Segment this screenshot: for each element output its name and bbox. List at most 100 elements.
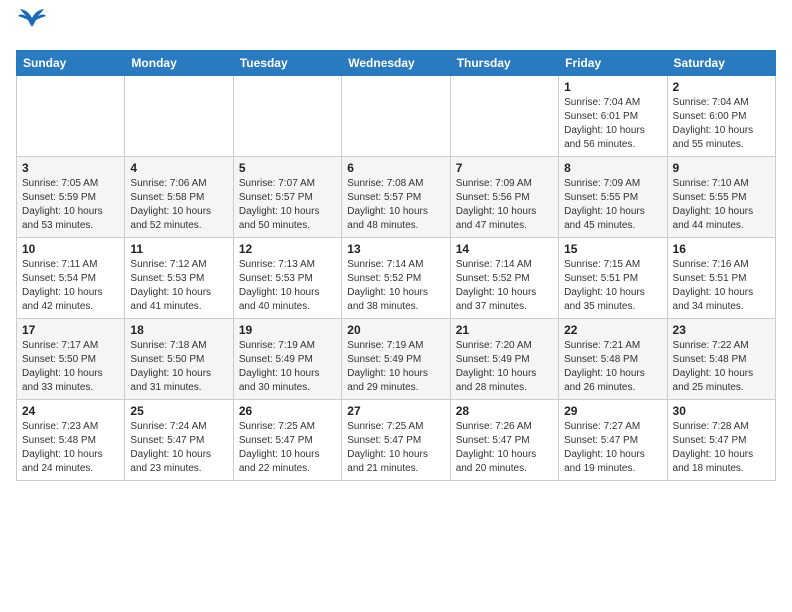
calendar-cell: 9 Sunrise: 7:10 AM Sunset: 5:55 PM Daylig… xyxy=(667,157,775,238)
calendar-cell xyxy=(233,76,341,157)
day-number: 1 xyxy=(564,80,661,94)
calendar-cell xyxy=(125,76,233,157)
day-info: Sunrise: 7:23 AM Sunset: 5:48 PM Dayligh… xyxy=(22,420,119,476)
calendar-cell xyxy=(450,76,558,157)
calendar-cell: 13 Sunrise: 7:14 AM Sunset: 5:52 PM Dayli… xyxy=(342,238,450,319)
weekday-header: Sunday xyxy=(17,51,125,76)
calendar-cell: 7 Sunrise: 7:09 AM Sunset: 5:56 PM Daylig… xyxy=(450,157,558,238)
day-info: Sunrise: 7:17 AM Sunset: 5:50 PM Dayligh… xyxy=(22,339,119,395)
day-info: Sunrise: 7:26 AM Sunset: 5:47 PM Dayligh… xyxy=(456,420,553,476)
calendar-week-row: 17 Sunrise: 7:17 AM Sunset: 5:50 PM Dayli… xyxy=(17,319,776,400)
calendar-week-row: 24 Sunrise: 7:23 AM Sunset: 5:48 PM Dayli… xyxy=(17,400,776,481)
calendar-week-row: 3 Sunrise: 7:05 AM Sunset: 5:59 PM Daylig… xyxy=(17,157,776,238)
weekday-header: Thursday xyxy=(450,51,558,76)
calendar-cell: 25 Sunrise: 7:24 AM Sunset: 5:47 PM Dayli… xyxy=(125,400,233,481)
calendar-cell: 14 Sunrise: 7:14 AM Sunset: 5:52 PM Dayli… xyxy=(450,238,558,319)
day-number: 21 xyxy=(456,323,553,337)
day-info: Sunrise: 7:19 AM Sunset: 5:49 PM Dayligh… xyxy=(239,339,336,395)
day-number: 11 xyxy=(130,242,227,256)
calendar-cell xyxy=(17,76,125,157)
day-number: 9 xyxy=(673,161,770,175)
logo xyxy=(16,16,46,38)
day-number: 12 xyxy=(239,242,336,256)
weekday-header: Friday xyxy=(559,51,667,76)
calendar-cell: 27 Sunrise: 7:25 AM Sunset: 5:47 PM Dayli… xyxy=(342,400,450,481)
day-number: 22 xyxy=(564,323,661,337)
day-number: 24 xyxy=(22,404,119,418)
day-info: Sunrise: 7:08 AM Sunset: 5:57 PM Dayligh… xyxy=(347,177,444,233)
day-info: Sunrise: 7:25 AM Sunset: 5:47 PM Dayligh… xyxy=(239,420,336,476)
day-info: Sunrise: 7:04 AM Sunset: 6:00 PM Dayligh… xyxy=(673,96,770,152)
day-info: Sunrise: 7:27 AM Sunset: 5:47 PM Dayligh… xyxy=(564,420,661,476)
day-info: Sunrise: 7:18 AM Sunset: 5:50 PM Dayligh… xyxy=(130,339,227,395)
day-number: 16 xyxy=(673,242,770,256)
calendar-cell: 26Sunrise: 7:25 AM Sunset: 5:47 PM Dayli… xyxy=(233,400,341,481)
day-info: Sunrise: 7:25 AM Sunset: 5:47 PM Dayligh… xyxy=(347,420,444,476)
day-number: 2 xyxy=(673,80,770,94)
calendar-cell: 24 Sunrise: 7:23 AM Sunset: 5:48 PM Dayli… xyxy=(17,400,125,481)
day-info: Sunrise: 7:28 AM Sunset: 5:47 PM Dayligh… xyxy=(673,420,770,476)
calendar-cell: 2 Sunrise: 7:04 AM Sunset: 6:00 PM Daylig… xyxy=(667,76,775,157)
day-info: Sunrise: 7:04 AM Sunset: 6:01 PM Dayligh… xyxy=(564,96,661,152)
calendar-cell: 29 Sunrise: 7:27 AM Sunset: 5:47 PM Dayli… xyxy=(559,400,667,481)
calendar-cell: 20 Sunrise: 7:19 AM Sunset: 5:49 PM Dayli… xyxy=(342,319,450,400)
day-info: Sunrise: 7:09 AM Sunset: 5:55 PM Dayligh… xyxy=(564,177,661,233)
day-number: 27 xyxy=(347,404,444,418)
day-info: Sunrise: 7:15 AM Sunset: 5:51 PM Dayligh… xyxy=(564,258,661,314)
calendar-cell: 5 Sunrise: 7:07 AM Sunset: 5:57 PM Daylig… xyxy=(233,157,341,238)
day-info: Sunrise: 7:09 AM Sunset: 5:56 PM Dayligh… xyxy=(456,177,553,233)
day-number: 13 xyxy=(347,242,444,256)
day-info: Sunrise: 7:05 AM Sunset: 5:59 PM Dayligh… xyxy=(22,177,119,233)
calendar-cell: 8Sunrise: 7:09 AM Sunset: 5:55 PM Daylig… xyxy=(559,157,667,238)
day-number: 10 xyxy=(22,242,119,256)
calendar-cell: 23 Sunrise: 7:22 AM Sunset: 5:48 PM Dayli… xyxy=(667,319,775,400)
day-info: Sunrise: 7:10 AM Sunset: 5:55 PM Dayligh… xyxy=(673,177,770,233)
day-number: 4 xyxy=(130,161,227,175)
page-header xyxy=(16,16,776,38)
day-info: Sunrise: 7:21 AM Sunset: 5:48 PM Dayligh… xyxy=(564,339,661,395)
day-number: 30 xyxy=(673,404,770,418)
day-number: 17 xyxy=(22,323,119,337)
calendar-cell: 22 Sunrise: 7:21 AM Sunset: 5:48 PM Dayli… xyxy=(559,319,667,400)
day-number: 29 xyxy=(564,404,661,418)
day-number: 25 xyxy=(130,404,227,418)
day-info: Sunrise: 7:06 AM Sunset: 5:58 PM Dayligh… xyxy=(130,177,227,233)
calendar-cell: 12 Sunrise: 7:13 AM Sunset: 5:53 PM Dayli… xyxy=(233,238,341,319)
calendar-cell: 15 Sunrise: 7:15 AM Sunset: 5:51 PM Dayli… xyxy=(559,238,667,319)
weekday-header: Monday xyxy=(125,51,233,76)
day-number: 3 xyxy=(22,161,119,175)
day-number: 14 xyxy=(456,242,553,256)
day-info: Sunrise: 7:14 AM Sunset: 5:52 PM Dayligh… xyxy=(347,258,444,314)
logo-bird-icon xyxy=(18,8,46,28)
calendar-table: SundayMondayTuesdayWednesdayThursdayFrid… xyxy=(16,50,776,481)
calendar-cell: 1 Sunrise: 7:04 AM Sunset: 6:01 PM Daylig… xyxy=(559,76,667,157)
day-number: 5 xyxy=(239,161,336,175)
day-info: Sunrise: 7:22 AM Sunset: 5:48 PM Dayligh… xyxy=(673,339,770,395)
weekday-header: Tuesday xyxy=(233,51,341,76)
calendar-week-row: 10 Sunrise: 7:11 AM Sunset: 5:54 PM Dayli… xyxy=(17,238,776,319)
day-number: 28 xyxy=(456,404,553,418)
calendar-cell: 4 Sunrise: 7:06 AM Sunset: 5:58 PM Daylig… xyxy=(125,157,233,238)
day-info: Sunrise: 7:19 AM Sunset: 5:49 PM Dayligh… xyxy=(347,339,444,395)
day-info: Sunrise: 7:11 AM Sunset: 5:54 PM Dayligh… xyxy=(22,258,119,314)
calendar-cell: 28 Sunrise: 7:26 AM Sunset: 5:47 PM Dayli… xyxy=(450,400,558,481)
day-info: Sunrise: 7:07 AM Sunset: 5:57 PM Dayligh… xyxy=(239,177,336,233)
calendar-cell: 10 Sunrise: 7:11 AM Sunset: 5:54 PM Dayli… xyxy=(17,238,125,319)
day-number: 18 xyxy=(130,323,227,337)
calendar-week-row: 1 Sunrise: 7:04 AM Sunset: 6:01 PM Daylig… xyxy=(17,76,776,157)
day-number: 19 xyxy=(239,323,336,337)
calendar-cell xyxy=(342,76,450,157)
calendar-header: SundayMondayTuesdayWednesdayThursdayFrid… xyxy=(17,51,776,76)
weekday-header: Wednesday xyxy=(342,51,450,76)
day-info: Sunrise: 7:13 AM Sunset: 5:53 PM Dayligh… xyxy=(239,258,336,314)
day-info: Sunrise: 7:24 AM Sunset: 5:47 PM Dayligh… xyxy=(130,420,227,476)
calendar-cell: 21Sunrise: 7:20 AM Sunset: 5:49 PM Dayli… xyxy=(450,319,558,400)
calendar-cell: 30 Sunrise: 7:28 AM Sunset: 5:47 PM Dayli… xyxy=(667,400,775,481)
day-info: Sunrise: 7:14 AM Sunset: 5:52 PM Dayligh… xyxy=(456,258,553,314)
day-number: 20 xyxy=(347,323,444,337)
calendar-cell: 11Sunrise: 7:12 AM Sunset: 5:53 PM Dayli… xyxy=(125,238,233,319)
day-number: 7 xyxy=(456,161,553,175)
day-number: 23 xyxy=(673,323,770,337)
calendar-cell: 16Sunrise: 7:16 AM Sunset: 5:51 PM Dayli… xyxy=(667,238,775,319)
day-number: 15 xyxy=(564,242,661,256)
